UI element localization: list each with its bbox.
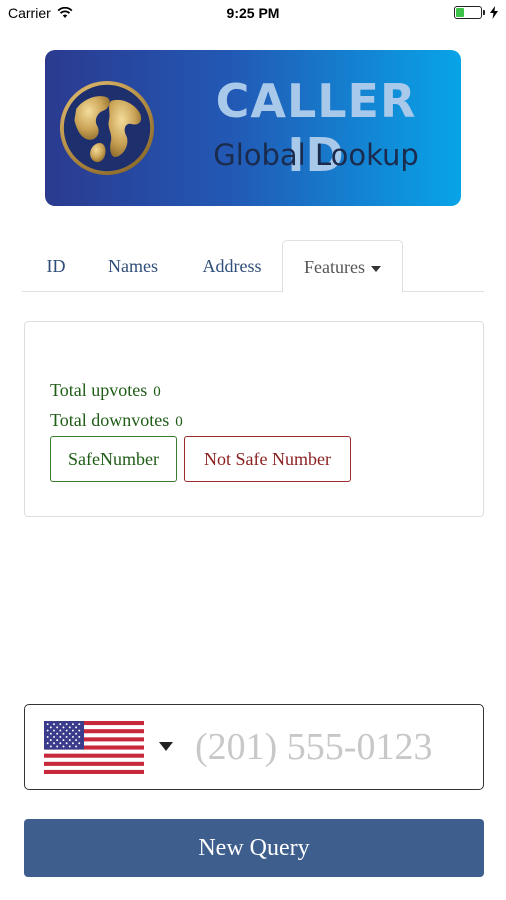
battery-level — [456, 8, 464, 17]
downvotes-line: Total downvotes 0 — [50, 410, 183, 431]
not-safe-number-button[interactable]: Not Safe Number — [184, 436, 351, 482]
tab-names[interactable]: Names — [92, 240, 174, 292]
battery-icon — [454, 6, 485, 19]
upvotes-count: 0 — [153, 384, 161, 400]
downvotes-count: 0 — [175, 414, 183, 430]
status-time: 9:25 PM — [226, 5, 280, 21]
features-card: Total upvotes 0 Total downvotes 0 SafeNumb… — [24, 321, 484, 517]
new-query-button[interactable]: New Query — [24, 819, 484, 877]
tab-features-label: Features — [304, 257, 365, 277]
upvotes-label: Total upvotes — [50, 380, 148, 400]
phone-number-input[interactable] — [195, 719, 475, 775]
banner-subtitle: Global Lookup — [213, 138, 419, 172]
tab-id[interactable]: ID — [26, 240, 86, 292]
lookup-tabs: ID Names Address Features — [22, 240, 484, 293]
upvotes-line: Total upvotes 0 — [50, 380, 161, 401]
charging-bolt-icon — [490, 6, 498, 19]
status-right — [454, 6, 498, 19]
tab-address[interactable]: Address — [187, 240, 277, 292]
dropdown-caret-icon — [370, 265, 381, 272]
status-bar: Carrier 9:25 PM — [0, 0, 506, 28]
safe-number-button[interactable]: SafeNumber — [50, 436, 177, 482]
caller-id-banner: CALLER ID Global Lookup — [45, 50, 461, 206]
us-flag-icon[interactable] — [44, 721, 144, 774]
downvotes-label: Total downvotes — [50, 410, 170, 430]
tab-features[interactable]: Features — [282, 240, 403, 293]
phone-number-field — [24, 704, 484, 790]
country-dropdown-caret-icon[interactable] — [159, 742, 173, 751]
globe-icon — [59, 80, 155, 176]
